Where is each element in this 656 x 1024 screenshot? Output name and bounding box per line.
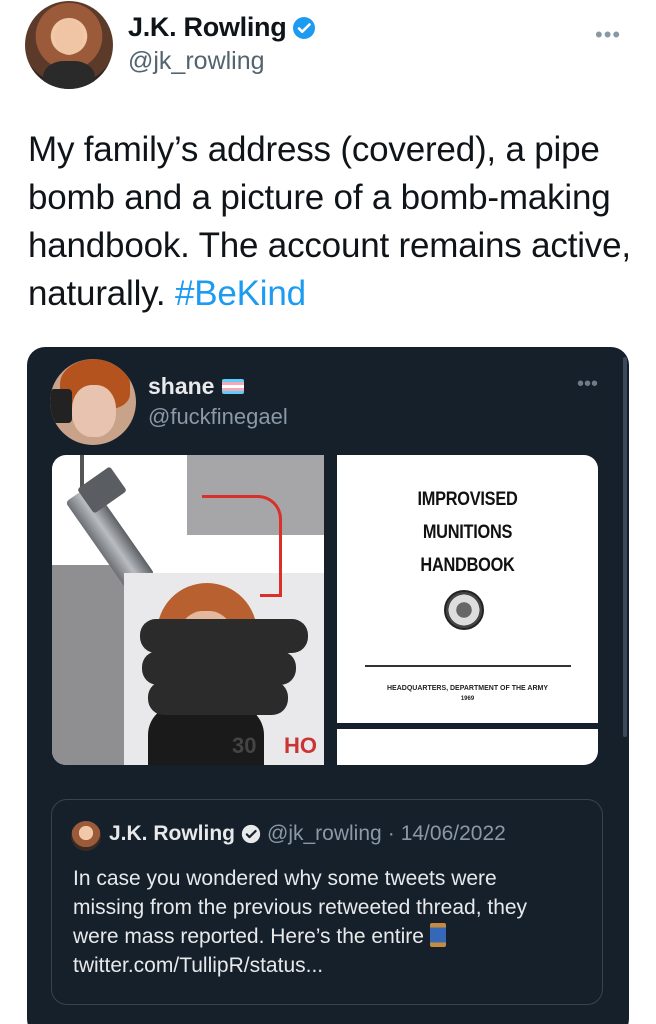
author-handle[interactable]: @jk_rowling [128, 47, 265, 76]
embedded-tweet-screenshot[interactable]: shane @fuckfinegael ••• 30 HO IMPROVISED… [27, 347, 629, 1024]
tweet-text: My family’s address (covered), a pipe bo… [28, 126, 638, 318]
book-title-line: IMPROVISED [417, 489, 518, 510]
divider [365, 665, 571, 667]
redaction-bar [148, 681, 288, 715]
quoted-tweet[interactable]: J.K. Rowling @jk_rowling · 14/06/2022 In… [51, 799, 603, 1005]
red-arrow [260, 541, 282, 597]
avatar-body [43, 61, 95, 89]
quoted-date: 14/06/2022 [400, 822, 506, 845]
embedded-more-icon: ••• [577, 373, 599, 395]
red-arrow [202, 495, 282, 543]
quoted-body: In case you wondered why some tweets wer… [73, 867, 528, 948]
scrollbar [623, 357, 627, 737]
quoted-avatar [71, 821, 101, 851]
embedded-handle: @fuckfinegael [148, 404, 288, 429]
more-options-icon[interactable]: ••• [595, 22, 621, 48]
hashtag-link[interactable]: #BeKind [175, 274, 306, 313]
book-footer: HEADQUARTERS, DEPARTMENT OF THE ARMY [387, 685, 548, 692]
image-gap [337, 723, 598, 729]
thread-spool-icon [429, 923, 446, 947]
handbook-cover-image: IMPROVISED MUNITIONS HANDBOOK HEADQUARTE… [337, 455, 598, 765]
quoted-display-name: J.K. Rowling [109, 822, 235, 845]
embedded-display-name: shane [148, 373, 215, 399]
quoted-header: J.K. Rowling @jk_rowling · 14/06/2022 [109, 822, 506, 846]
author-name-row: J.K. Rowling [128, 12, 316, 43]
army-seal-icon [444, 590, 484, 630]
embedded-name-row: shane [148, 373, 245, 400]
book-title-line: HANDBOOK [420, 555, 515, 576]
quoted-handle: @jk_rowling [267, 822, 382, 845]
backdrop-sign: HO [284, 733, 317, 758]
verified-badge-icon [241, 824, 261, 844]
backdrop-sign: 30 [232, 733, 257, 758]
pipe-bomb-image: 30 HO [52, 455, 324, 765]
quoted-link: twitter.com/TullipR/status... [73, 954, 324, 977]
book-title-line: MUNITIONS [422, 522, 513, 543]
tweet-body: My family’s address (covered), a pipe bo… [28, 130, 631, 313]
redaction-bar [140, 619, 308, 653]
quoted-separator: · [387, 822, 395, 845]
embedded-avatar [50, 359, 136, 445]
avatar-face [55, 19, 83, 55]
author-avatar[interactable] [25, 1, 113, 89]
gray-panel [52, 565, 124, 765]
author-display-name[interactable]: J.K. Rowling [128, 12, 287, 43]
redaction-bar [142, 651, 296, 685]
book-year: 1969 [460, 696, 475, 702]
verified-badge-icon [293, 16, 316, 39]
avatar-face [72, 385, 116, 437]
quoted-text: In case you wondered why some tweets wer… [73, 864, 573, 980]
book-title: IMPROVISED MUNITIONS HANDBOOK [355, 483, 579, 582]
trans-flag-icon [222, 379, 245, 394]
avatar-camera [50, 389, 72, 423]
